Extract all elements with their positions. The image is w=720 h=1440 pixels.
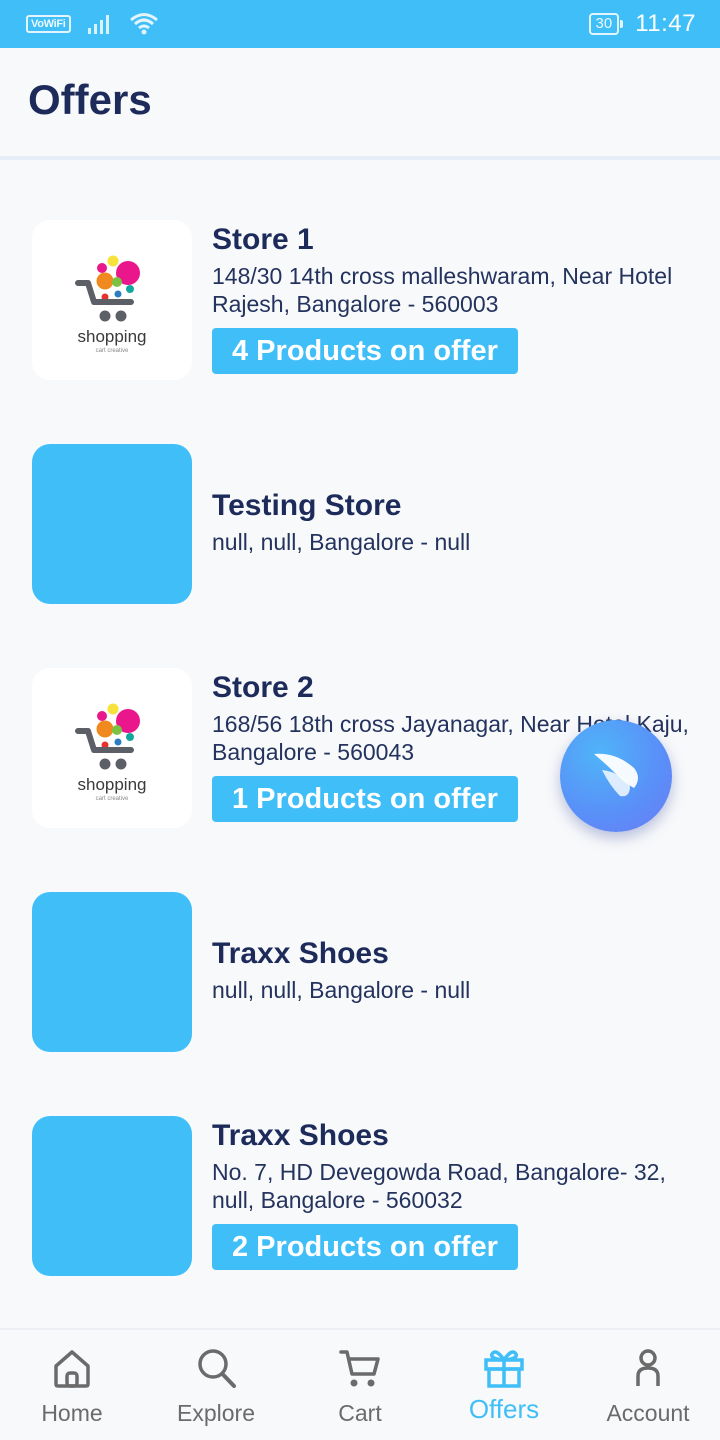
store-logo: shopping cart creative bbox=[32, 668, 192, 828]
page-title: Offers bbox=[28, 76, 152, 123]
store-address: null, null, Bangalore - null bbox=[212, 529, 471, 555]
offer-badge[interactable]: 2 Products on offer bbox=[212, 1224, 518, 1270]
store-address: null, null, Bangalore - null bbox=[212, 977, 471, 1003]
cart-icon bbox=[339, 1350, 380, 1387]
store-info: Testing Store null, null, Bangalore - nu… bbox=[212, 486, 692, 556]
logo-subtext: cart creative bbox=[96, 348, 129, 354]
status-bar: VoWiFi 30 11:47 bbox=[0, 0, 720, 48]
store-card[interactable]: shopping cart creative Store 1 148/30 14… bbox=[32, 220, 692, 380]
home-icon bbox=[54, 1350, 90, 1388]
store-name: Traxx Shoes bbox=[212, 1119, 389, 1152]
store-name: Store 1 bbox=[212, 223, 314, 256]
nav-label: Cart bbox=[338, 1400, 382, 1426]
store-image-placeholder bbox=[32, 892, 192, 1052]
vowifi-indicator: VoWiFi bbox=[26, 15, 71, 33]
nav-label: Explore bbox=[177, 1400, 255, 1426]
nav-item-home[interactable]: Home bbox=[0, 1330, 144, 1440]
store-logo: shopping cart creative bbox=[32, 220, 192, 380]
nav-label: Offers bbox=[468, 1394, 540, 1424]
logo-text: shopping bbox=[77, 775, 146, 794]
store-address: 148/30 14th cross malleshwaram, Near Hot… bbox=[212, 263, 673, 317]
app-header: Offers bbox=[0, 48, 720, 160]
shopping-cart-logo-icon: shopping cart creative bbox=[75, 703, 147, 802]
search-icon bbox=[198, 1349, 236, 1388]
gift-icon bbox=[484, 1350, 524, 1388]
person-icon bbox=[636, 1349, 660, 1386]
nav-item-offers[interactable]: Offers bbox=[432, 1330, 576, 1440]
floating-assistant-button[interactable] bbox=[560, 720, 672, 832]
store-info: Store 1 148/30 14th cross malleshwaram, … bbox=[212, 220, 692, 374]
store-info: Traxx Shoes null, null, Bangalore - null bbox=[212, 934, 692, 1004]
status-right: 30 11:47 bbox=[588, 10, 696, 38]
nav-label: Account bbox=[606, 1400, 690, 1426]
nav-item-explore[interactable]: Explore bbox=[144, 1330, 288, 1440]
store-card[interactable]: Traxx Shoes null, null, Bangalore - null bbox=[32, 892, 692, 1052]
status-time: 11:47 bbox=[635, 10, 696, 37]
offer-badge[interactable]: 1 Products on offer bbox=[212, 776, 518, 822]
store-name: Store 2 bbox=[212, 671, 314, 704]
status-left: VoWiFi bbox=[26, 12, 159, 36]
store-card[interactable]: Traxx Shoes No. 7, HD Devegowda Road, Ba… bbox=[32, 1116, 692, 1276]
offer-badge[interactable]: 4 Products on offer bbox=[212, 328, 518, 374]
signal-icon bbox=[87, 15, 109, 34]
nav-item-cart[interactable]: Cart bbox=[288, 1330, 432, 1440]
store-image-placeholder bbox=[32, 1116, 192, 1276]
logo-subtext: cart creative bbox=[96, 796, 129, 802]
store-card[interactable]: Testing Store null, null, Bangalore - nu… bbox=[32, 444, 692, 604]
store-image-placeholder bbox=[32, 444, 192, 604]
store-address: No. 7, HD Devegowda Road, Bangalore- 32,… bbox=[212, 1159, 666, 1213]
logo-text: shopping bbox=[77, 327, 146, 346]
nav-item-account[interactable]: Account bbox=[576, 1330, 720, 1440]
battery-indicator: 30 bbox=[588, 13, 623, 35]
nav-label: Home bbox=[41, 1400, 103, 1426]
store-info: Traxx Shoes No. 7, HD Devegowda Road, Ba… bbox=[212, 1116, 692, 1270]
wifi-icon bbox=[129, 13, 158, 35]
bottom-nav: Home Explore Cart Offers Account bbox=[0, 1328, 720, 1440]
store-name: Traxx Shoes bbox=[212, 937, 389, 970]
store-name: Testing Store bbox=[212, 489, 402, 522]
wing-logo-icon bbox=[594, 753, 638, 797]
shopping-cart-logo-icon: shopping cart creative bbox=[75, 255, 147, 354]
